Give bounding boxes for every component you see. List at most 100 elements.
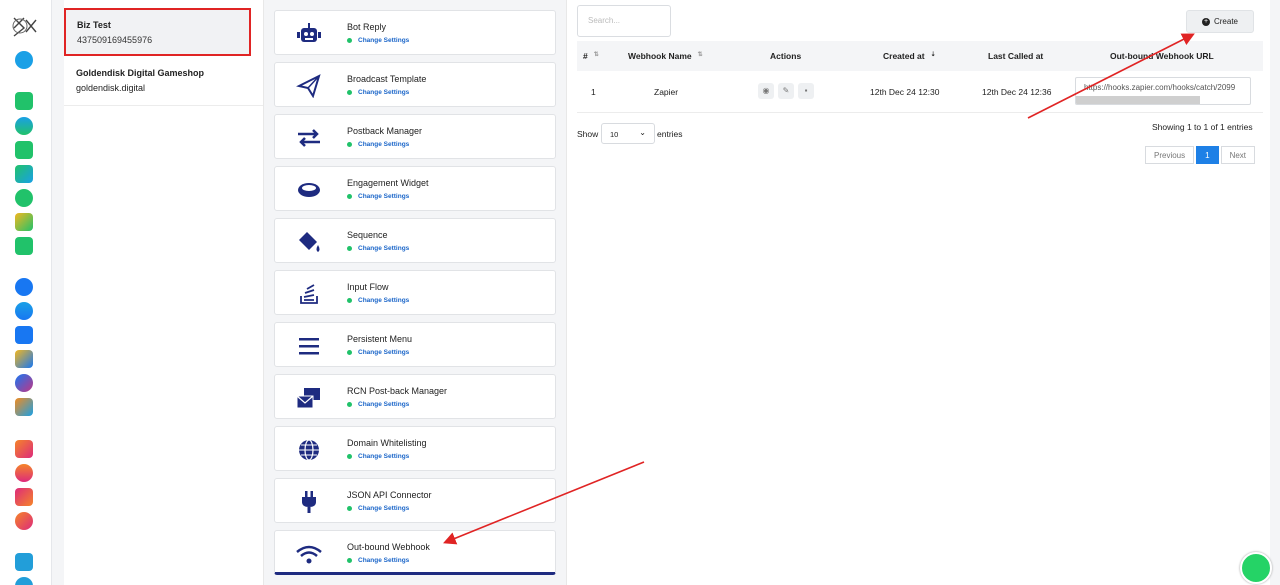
account-id: 437509169455976 [77,35,153,45]
webhook-name: Zapier [654,87,679,97]
change-settings-link[interactable]: Change Settings [347,349,409,356]
last-called-at: 12th Dec 24 12:36 [982,87,1052,97]
change-settings-link[interactable]: Change Settings [347,193,409,200]
instagram-comment-icon[interactable] [15,512,33,530]
feature-card-json-api-connector[interactable]: JSON API Connector Change Settings [274,478,556,523]
column-header-created-at[interactable]: Created at ⇣ [883,51,936,61]
previous-page-button[interactable]: Previous [1145,146,1195,164]
search-input[interactable]: Search... [577,5,671,37]
change-settings-link[interactable]: Change Settings [347,557,409,564]
status-dot [347,505,352,511]
feature-card-postback-manager[interactable]: Postback Manager Change Settings [274,114,556,159]
whatsapp-chat-icon[interactable] [1240,552,1272,584]
current-page-button[interactable]: 1 [1196,146,1219,164]
instagram-bot-icon[interactable] [15,464,33,482]
page-size-select[interactable]: 10 ⌄ [601,123,655,144]
redacted-bar [1076,96,1200,104]
instagram-tool-icon[interactable] [15,488,33,506]
channel-rail [0,0,52,585]
account-list: Biz Test 437509169455976 Goldendisk Digi… [64,0,264,585]
bot-icon[interactable] [15,117,33,135]
account-id: goldendisk.digital [76,83,146,93]
show-label: Show [577,129,599,139]
change-settings-link[interactable]: Change Settings [347,505,409,512]
widget-icon[interactable] [15,398,33,416]
broadcast-icon[interactable] [15,165,33,183]
phone-icon[interactable] [15,326,33,344]
webhook-panel: Search... + Create # ⇅ Webhook Name ⇅ Acti… [566,0,1270,585]
feature-title: RCN Post-back Manager [347,386,448,396]
status-dot [347,401,352,407]
puzzle-icon[interactable] [15,213,33,231]
edit-icon[interactable]: ✎ [778,83,794,99]
facebook-icon[interactable] [15,278,33,296]
feature-card-persistent-menu[interactable]: Persistent Menu Change Settings [274,322,556,367]
whatsapp-icon[interactable] [15,189,33,207]
change-settings-link[interactable]: Change Settings [347,37,409,44]
change-settings-link[interactable]: Change Settings [347,401,409,408]
table-header: # ⇅ Webhook Name ⇅ Actions Created at ⇣ Las… [577,41,1263,71]
sheet-icon[interactable] [15,141,33,159]
paper-plane-icon [296,74,321,98]
delete-trash-icon[interactable]: ▪ [798,83,814,99]
view-eye-icon[interactable]: ◉ [758,83,774,99]
telegram-icon[interactable] [15,553,33,571]
change-settings-link[interactable]: Change Settings [347,297,409,304]
plus-circle-icon: + [1201,17,1210,26]
change-settings-link[interactable]: Change Settings [347,245,409,252]
messenger-icon[interactable] [15,374,33,392]
whatsapp-business-icon[interactable] [15,92,33,110]
globe-icon [299,439,319,461]
feature-title: Input Flow [347,282,389,292]
feature-card-broadcast-template[interactable]: Broadcast Template Change Settings [274,62,556,107]
feature-title: Broadcast Template [347,74,427,84]
feature-card-input-flow[interactable]: Input Flow Change Settings [274,270,556,315]
messenger-bot-icon[interactable] [15,302,33,320]
feature-card-outbound-webhook[interactable]: Out-bound Webhook Change Settings [274,530,556,575]
feature-card-sequence[interactable]: Sequence Change Settings [274,218,556,263]
sort-icon: ⇅ [593,52,599,58]
stack-icon [300,284,318,304]
change-settings-link[interactable]: Change Settings [347,141,409,148]
sort-icon: ⇅ [697,52,703,58]
dashboard-gauge-icon[interactable] [15,51,33,69]
status-dot [347,453,352,459]
next-page-button[interactable]: Next [1220,146,1256,164]
create-button[interactable]: + Create [1186,10,1254,33]
feature-card-domain-whitelisting[interactable]: Domain Whitelisting Change Settings [274,426,556,471]
feature-list: Bot Reply Change Settings Broadcast Temp… [274,10,556,582]
status-dot [347,37,352,43]
change-settings-link[interactable]: Change Settings [347,453,409,460]
exchange-arrows-icon [298,129,320,147]
created-at: 12th Dec 24 12:30 [870,87,940,97]
change-settings-link[interactable]: Change Settings [347,89,409,96]
brand-logo-icon[interactable] [10,14,40,38]
feature-title: Out-bound Webhook [347,542,430,552]
status-dot [347,193,352,199]
column-header-webhook-name[interactable]: Webhook Name ⇅ [628,51,703,61]
account-name: Goldendisk Digital Gameshop [76,68,205,78]
pagination: Previous 1 Next [1143,146,1256,164]
status-dot [347,245,352,251]
megaphone-icon[interactable] [15,350,33,368]
row-number: 1 [591,87,596,97]
column-header-outbound-url: Out-bound Webhook URL [1110,51,1214,61]
chevron-down-icon: ⌄ [639,128,646,137]
account-item-biz-test[interactable]: Biz Test 437509169455976 [64,8,251,56]
column-header-number[interactable]: # ⇅ [583,51,599,61]
status-dot [347,297,352,303]
ring-icon [298,183,320,197]
feature-card-bot-reply[interactable]: Bot Reply Change Settings [274,10,556,55]
feature-title: Sequence [347,230,388,240]
telegram-bot-icon[interactable] [15,577,33,585]
feature-card-engagement-widget[interactable]: Engagement Widget Change Settings [274,166,556,211]
account-item-goldendisk[interactable]: Goldendisk Digital Gameshop goldendisk.d… [64,56,263,106]
outbound-url-field[interactable]: https://hooks.zapier.com/hooks/catch/209… [1075,77,1251,105]
feature-title: Domain Whitelisting [347,438,427,448]
status-dot [347,557,352,563]
feature-title: Engagement Widget [347,178,429,188]
instagram-icon[interactable] [15,440,33,458]
shopping-bag-icon[interactable] [15,237,33,255]
status-dot [347,141,352,147]
feature-card-rcn-postback-manager[interactable]: RCN Post-back Manager Change Settings [274,374,556,419]
